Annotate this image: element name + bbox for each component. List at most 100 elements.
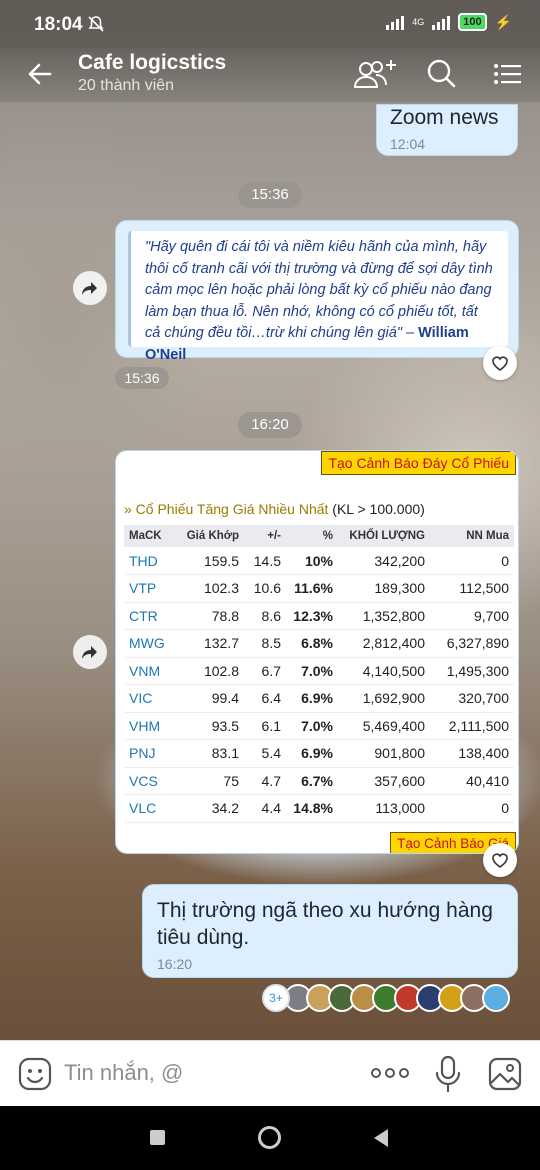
table-row: CTR 78.8 8.6 12.3% 1,352,800 9,700	[124, 602, 514, 630]
share-icon[interactable]	[73, 635, 107, 669]
table-cell: 0	[430, 794, 514, 823]
table-cell: 99.4	[176, 684, 244, 713]
table-cell: 14.8%	[286, 794, 338, 823]
table-cell: 4.7	[244, 767, 286, 795]
stock-symbol: VTP	[124, 574, 176, 603]
heart-icon[interactable]	[483, 346, 517, 380]
system-navigation-bar	[0, 1106, 540, 1170]
banner-top: Tạo Cảnh Báo Đáy Cổ Phiếu	[321, 451, 516, 475]
table-cell: 9,700	[430, 602, 514, 630]
table-cell: 12.3%	[286, 602, 338, 630]
table-row: MWG 132.7 8.5 6.8% 2,812,400 6,327,890	[124, 629, 514, 658]
message-input[interactable]: Tin nhắn, @	[64, 1060, 183, 1086]
message-input-bar: Tin nhắn, @	[0, 1040, 540, 1106]
status-time: 18:04	[34, 14, 83, 35]
table-row: THD 159.5 14.5 10% 342,200 0	[124, 547, 514, 575]
stock-symbol: PNJ	[124, 739, 176, 768]
table-cell: 6.8%	[286, 629, 338, 658]
message-time: 12:04	[390, 136, 426, 152]
add-member-icon[interactable]	[352, 56, 396, 92]
chat-header: Cafe logicstics 20 thành viên	[0, 48, 540, 102]
stock-table-body: THD 159.5 14.5 10% 342,200 0 VTP 102.3 10.6 11.6%…	[124, 547, 514, 823]
table-cell: 93.5	[176, 712, 244, 740]
message-time: 16:20	[157, 956, 193, 972]
table-cell: 357,600	[338, 767, 430, 795]
stock-symbol: VIC	[124, 684, 176, 713]
seen-by-avatars[interactable]: 3+	[262, 984, 510, 1012]
table-cell: 159.5	[176, 547, 244, 575]
table-row: VLC 34.2 4.4 14.8% 113,000 0	[124, 794, 514, 823]
stock-heading-prefix: » Cổ Phiếu Tăng Giá Nhiều Nhất	[124, 501, 329, 517]
table-cell: 10.6	[244, 574, 286, 603]
more-options-icon[interactable]	[370, 1063, 410, 1088]
time-divider: 16:20	[238, 412, 302, 438]
heart-icon[interactable]	[483, 843, 517, 877]
stock-symbol: MWG	[124, 629, 176, 658]
table-cell: 11.6%	[286, 574, 338, 603]
stock-symbol: VLC	[124, 794, 176, 823]
signal-icon-2	[432, 14, 451, 30]
table-cell: 138,400	[430, 739, 514, 768]
home-icon[interactable]	[258, 1126, 281, 1149]
table-cell: 6.4	[244, 684, 286, 713]
stock-symbol: VCS	[124, 767, 176, 795]
table-cell: 6.7%	[286, 767, 338, 795]
table-row: VIC 99.4 6.4 6.9% 1,692,900 320,700	[124, 684, 514, 713]
table-cell: 75	[176, 767, 244, 795]
column-header: +/-	[244, 525, 286, 547]
table-cell: 102.8	[176, 657, 244, 685]
column-header: MaCK	[124, 525, 176, 547]
stock-symbol: VNM	[124, 657, 176, 685]
table-cell: 4.4	[244, 794, 286, 823]
member-count[interactable]: 20 thành viên	[78, 77, 174, 95]
emoji-icon[interactable]	[18, 1057, 52, 1096]
table-cell: 1,352,800	[338, 602, 430, 630]
table-row: VTP 102.3 10.6 11.6% 189,300 112,500	[124, 574, 514, 603]
message-time: 15:36	[115, 367, 169, 389]
table-cell: 6,327,890	[430, 629, 514, 658]
table-row: VCS 75 4.7 6.7% 357,600 40,410	[124, 767, 514, 795]
stock-table: MaCK Giá Khớp +/- % KHỐI LƯỢNG NN Mua TH…	[124, 525, 514, 823]
column-header: KHỐI LƯỢNG	[338, 525, 430, 547]
status-bar: 18:04 4G 100 ⚡	[0, 0, 540, 48]
table-cell: 189,300	[338, 574, 430, 603]
message-text: Zoom news	[390, 106, 499, 129]
table-cell: 10%	[286, 547, 338, 575]
table-row: VNM 102.8 6.7 7.0% 4,140,500 1,495,300	[124, 657, 514, 685]
message-text: Thị trường ngã theo xu hướng hàng tiêu d…	[157, 899, 493, 949]
seen-more-count[interactable]: 3+	[262, 984, 290, 1012]
table-cell: 34.2	[176, 794, 244, 823]
group-title[interactable]: Cafe logicstics	[78, 51, 226, 75]
table-cell: 320,700	[430, 684, 514, 713]
quote-text: "Hãy quên đi cái tôi và niềm kiêu hãnh c…	[145, 237, 496, 366]
column-header: NN Mua	[430, 525, 514, 547]
battery-indicator: 100	[458, 13, 487, 31]
image-icon[interactable]	[488, 1057, 522, 1096]
table-cell: 112,500	[430, 574, 514, 603]
table-cell: 1,495,300	[430, 657, 514, 685]
table-cell: 5.4	[244, 739, 286, 768]
table-cell: 0	[430, 547, 514, 575]
table-cell: 78.8	[176, 602, 244, 630]
message-bubble-zoom[interactable]: Zoom news 12:04	[376, 104, 518, 156]
nav-back-icon[interactable]	[372, 1128, 390, 1153]
table-cell: 14.5	[244, 547, 286, 575]
table-cell: 6.7	[244, 657, 286, 685]
table-cell: 5,469,400	[338, 712, 430, 740]
table-cell: 40,410	[430, 767, 514, 795]
table-header-row: MaCK Giá Khớp +/- % KHỐI LƯỢNG NN Mua	[124, 525, 514, 547]
stock-symbol: THD	[124, 547, 176, 575]
message-image-stocks[interactable]: Tạo Cảnh Báo Đáy Cổ Phiếu » Cổ Phiếu Tăn…	[115, 450, 519, 854]
back-arrow-icon[interactable]	[22, 56, 58, 92]
table-cell: 132.7	[176, 629, 244, 658]
share-icon[interactable]	[73, 271, 107, 305]
menu-list-icon[interactable]	[490, 56, 530, 92]
table-cell: 901,800	[338, 739, 430, 768]
message-bubble-last[interactable]: Thị trường ngã theo xu hướng hàng tiêu d…	[142, 884, 518, 978]
table-cell: 7.0%	[286, 657, 338, 685]
search-icon[interactable]	[424, 56, 464, 92]
microphone-icon[interactable]	[434, 1055, 462, 1098]
message-bubble-quote[interactable]: "Hãy quên đi cái tôi và niềm kiêu hãnh c…	[115, 220, 519, 363]
recents-icon[interactable]	[150, 1130, 165, 1145]
table-cell: 4,140,500	[338, 657, 430, 685]
